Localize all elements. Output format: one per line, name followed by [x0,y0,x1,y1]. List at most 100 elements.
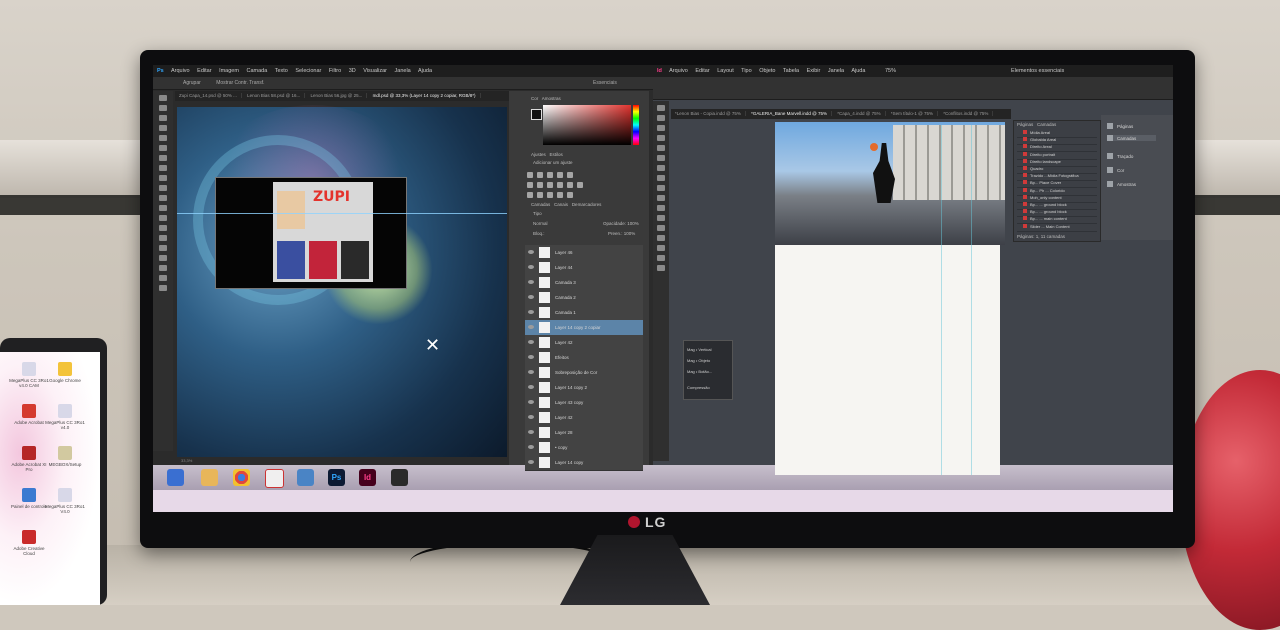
id-layer-row[interactable]: Slider ... Main Content [1017,223,1097,232]
phone-app-icon[interactable] [58,404,72,418]
scissors-tool-icon[interactable] [657,205,665,211]
eye-icon[interactable] [528,445,534,449]
id-workspace[interactable]: Elementos essenciais [1011,65,1064,77]
eye-icon[interactable] [528,325,534,329]
id-tab-4[interactable]: *Sem título-1 @ 75% [886,111,938,116]
zoom-tool-icon[interactable] [159,285,167,291]
stamp-tool-icon[interactable] [159,175,167,181]
ps-tab-adjustments[interactable]: Ajustes [531,152,546,157]
id-zoom-level[interactable]: 75% [885,68,896,74]
pen-tool-icon[interactable] [657,165,665,171]
phone-app-icon[interactable] [58,362,72,376]
phone-app-icon[interactable] [22,404,36,418]
invert-icon[interactable] [527,192,533,198]
ps-layer-row[interactable]: Layer 14 copy [525,455,643,471]
eye-icon[interactable] [528,415,534,419]
ps-tab-styles[interactable]: Estilos [550,152,563,157]
ps-options-transform[interactable]: Mostrar Contr. Transf. [216,80,264,86]
blur-tool-icon[interactable] [159,215,167,221]
id-menu-help[interactable]: Ajuda [851,68,865,74]
ps-layer-row[interactable]: • copy [525,440,643,456]
id-side-pages[interactable]: Páginas [1107,123,1133,129]
id-tab-layers[interactable]: Camadas [1037,122,1056,127]
ps-layer-row[interactable]: Layer 14 copy 2 copiar [525,320,643,336]
ps-tab-swatches[interactable]: Amostras [542,96,561,101]
id-float-item-object[interactable]: Mag • Objeto [687,358,710,363]
chrome-icon[interactable] [233,469,250,486]
id-menu-layout[interactable]: Layout [717,68,734,74]
ps-tab-paths[interactable]: Demarcadores [572,202,602,207]
quick-select-tool-icon[interactable] [159,125,167,131]
id-menu-object[interactable]: Objeto [759,68,775,74]
eye-icon[interactable] [528,310,534,314]
id-menu-type[interactable]: Tipo [741,68,752,74]
gradient-tool-icon[interactable] [159,205,167,211]
rectangle-frame-tool-icon[interactable] [657,185,665,191]
id-float-item-compression[interactable]: Compressão [687,385,710,390]
ps-layer-row[interactable]: Layer 42 [525,410,643,426]
crop-tool-icon[interactable] [159,135,167,141]
eye-icon[interactable] [528,280,534,284]
phone-app-icon[interactable] [22,446,36,460]
ps-menu-select[interactable]: Selecionar [295,68,321,74]
eye-icon[interactable] [528,430,534,434]
ps-tab-layers[interactable]: Camadas [531,202,550,207]
ps-layer-row[interactable]: Camada 3 [525,275,643,291]
id-tab-1[interactable]: *Lenon Bias - Copia.indd @ 75% [671,111,746,116]
threshold-icon[interactable] [547,192,553,198]
note-tool-icon[interactable] [657,235,665,241]
id-menu-table[interactable]: Tabela [783,68,799,74]
eyedropper-tool-icon[interactable] [657,245,665,251]
selective-color-icon[interactable] [567,192,573,198]
type-tool-icon[interactable] [159,245,167,251]
ps-tab-2[interactable]: Lenon Bias 58.psd @ 16... [243,93,306,98]
posterize-icon[interactable] [537,192,543,198]
ps-menu-layer[interactable]: Camada [246,68,267,74]
id-tab-3[interactable]: *Capa_4.indd @ 75% [833,111,886,116]
ps-fill-value[interactable]: 100% [624,231,636,236]
phone-app-icon[interactable] [58,488,72,502]
ps-layer-row[interactable]: Layer 28 [525,425,643,441]
direct-selection-tool-icon[interactable] [657,115,665,121]
rectangle-tool-icon[interactable] [657,195,665,201]
phone-app-icon[interactable] [58,446,72,460]
eye-icon[interactable] [528,355,534,359]
gradient-tool-icon[interactable] [657,225,665,231]
pencil-tool-icon[interactable] [657,175,665,181]
id-side-layers[interactable]: Camadas [1107,135,1157,141]
id-tab-pages[interactable]: Páginas [1017,122,1033,127]
acrobat-icon[interactable] [265,469,284,488]
id-side-color[interactable]: Cor [1107,167,1124,173]
ps-layer-row[interactable]: Efeitos [525,350,643,366]
hand-tool-icon[interactable] [657,255,665,261]
ps-menu-file[interactable]: Arquivo [171,68,190,74]
ps-zoom-readout[interactable]: 33,3% [181,458,192,463]
selection-tool-icon[interactable] [657,105,665,111]
ps-menu-help[interactable]: Ajuda [418,68,432,74]
ps-menu-type[interactable]: Texto [275,68,288,74]
eye-icon[interactable] [528,340,534,344]
ps-menu-window[interactable]: Janela [395,68,411,74]
id-tab-active[interactable]: *GALERIA_Bane Marvell.indd @ 75% [747,111,832,116]
gradient-map-icon[interactable] [557,192,563,198]
page-tool-icon[interactable] [657,125,665,131]
file-explorer-icon[interactable] [201,469,218,486]
id-side-stroke[interactable]: Traçado [1107,153,1133,159]
id-tab-5[interactable]: *Conflitos.indd @ 75% [939,111,994,116]
ps-layer-row[interactable]: Camada 1 [525,305,643,321]
ps-menu-view[interactable]: Visualizar [363,68,387,74]
eye-icon[interactable] [528,460,534,464]
id-document-page[interactable] [775,245,1000,475]
ps-menu-edit[interactable]: Editar [197,68,211,74]
media-icon[interactable] [297,469,314,486]
id-menu-view[interactable]: Exibir [807,68,821,74]
id-float-item-vertical[interactable]: Mag • Vertical [687,347,712,352]
hand-tool-icon[interactable] [159,275,167,281]
ps-foreground-swatch[interactable] [531,109,542,120]
eyedropper-tool-icon[interactable] [159,145,167,151]
ps-opacity-value[interactable]: 100% [627,221,639,226]
brush-tool-icon[interactable] [159,165,167,171]
eye-icon[interactable] [528,400,534,404]
ps-menu-image[interactable]: Imagem [219,68,239,74]
transform-tool-icon[interactable] [657,215,665,221]
